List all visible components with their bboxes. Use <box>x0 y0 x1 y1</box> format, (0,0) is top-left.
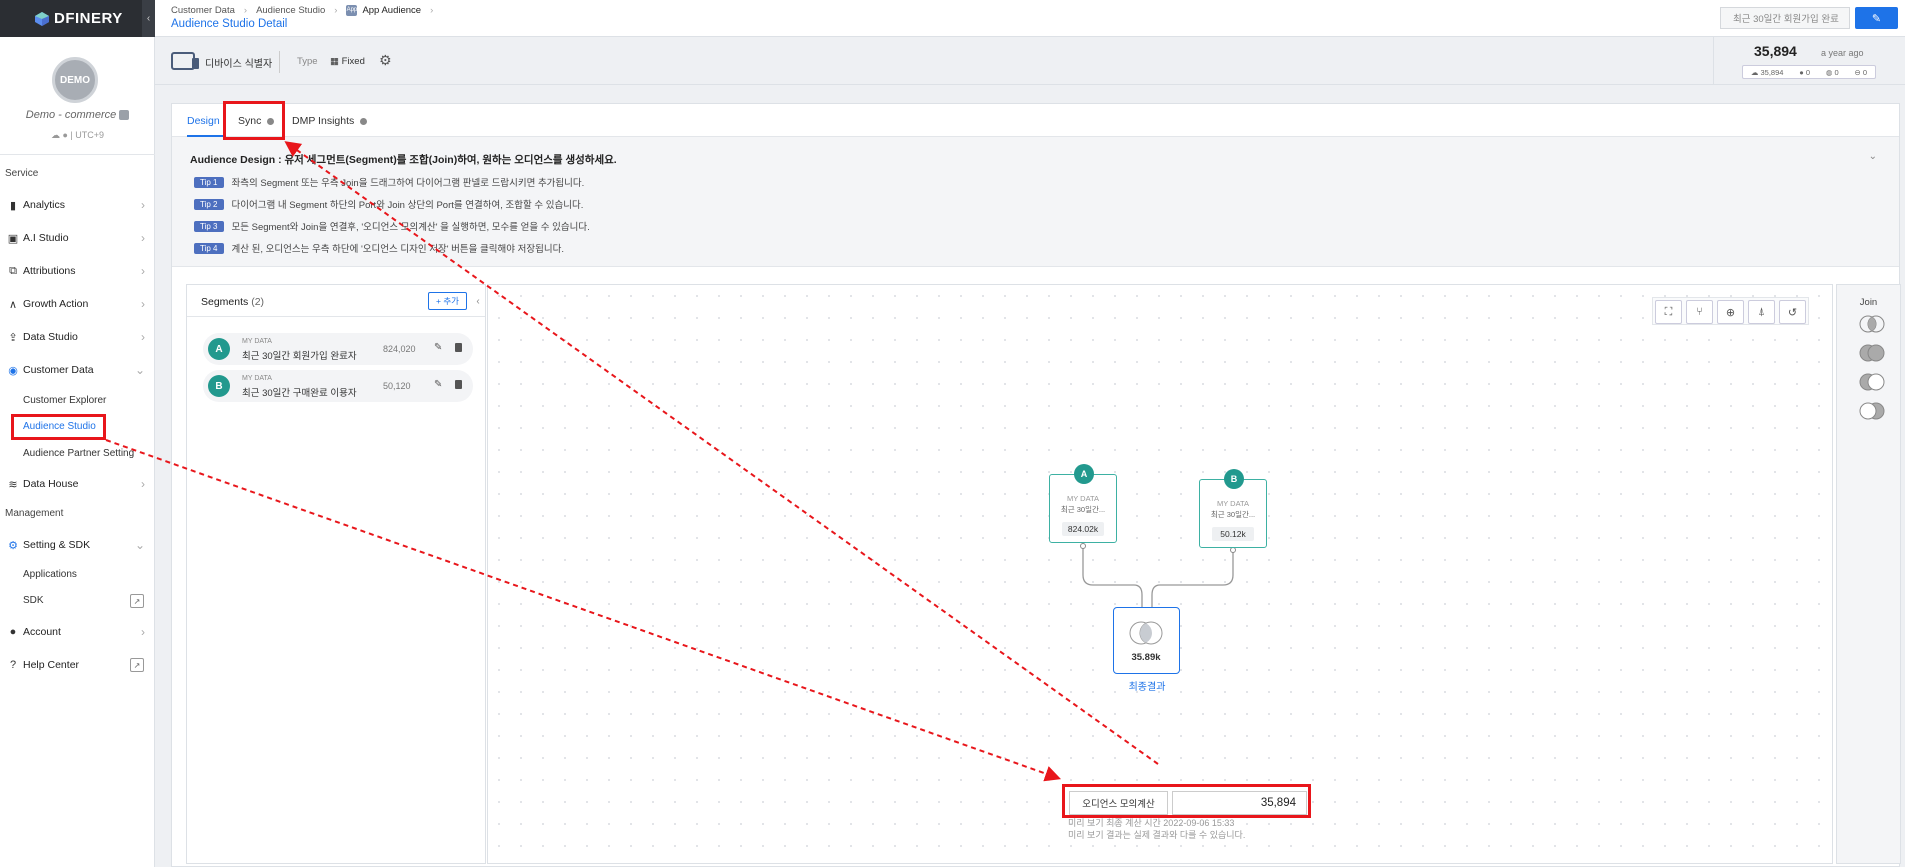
node-badge: A <box>1074 464 1094 484</box>
result-value: 35.89k <box>1131 652 1161 663</box>
node-badge: B <box>1224 469 1244 489</box>
node-name: 최근 30일간... <box>1060 505 1106 514</box>
diagram-connectors <box>1080 543 1236 617</box>
node-value: 50.12k <box>1212 527 1254 541</box>
join-result-node[interactable]: 35.89k <box>1113 607 1180 674</box>
result-label: 최종결과 <box>1128 682 1166 693</box>
node-name: 최근 30일간... <box>1210 510 1256 519</box>
audience-simulate-value: 35,894 <box>1172 791 1307 815</box>
audience-simulate-button[interactable]: 오디언스 모의계산 <box>1069 791 1168 815</box>
intersection-join-icon <box>1129 621 1163 645</box>
diagram-segment-node-a[interactable]: A MY DATA 최근 30일간... 824.02k <box>1049 464 1117 543</box>
calc-disclaimer: 미리 보기 결과는 실제 결과와 다를 수 있습니다. <box>1068 830 1246 840</box>
diagram-segment-node-b[interactable]: B MY DATA 최근 30일간... 50.12k <box>1199 469 1267 548</box>
node-value: 824.02k <box>1062 522 1104 536</box>
node-source: MY DATA <box>1216 499 1250 508</box>
node-source: MY DATA <box>1066 494 1100 503</box>
